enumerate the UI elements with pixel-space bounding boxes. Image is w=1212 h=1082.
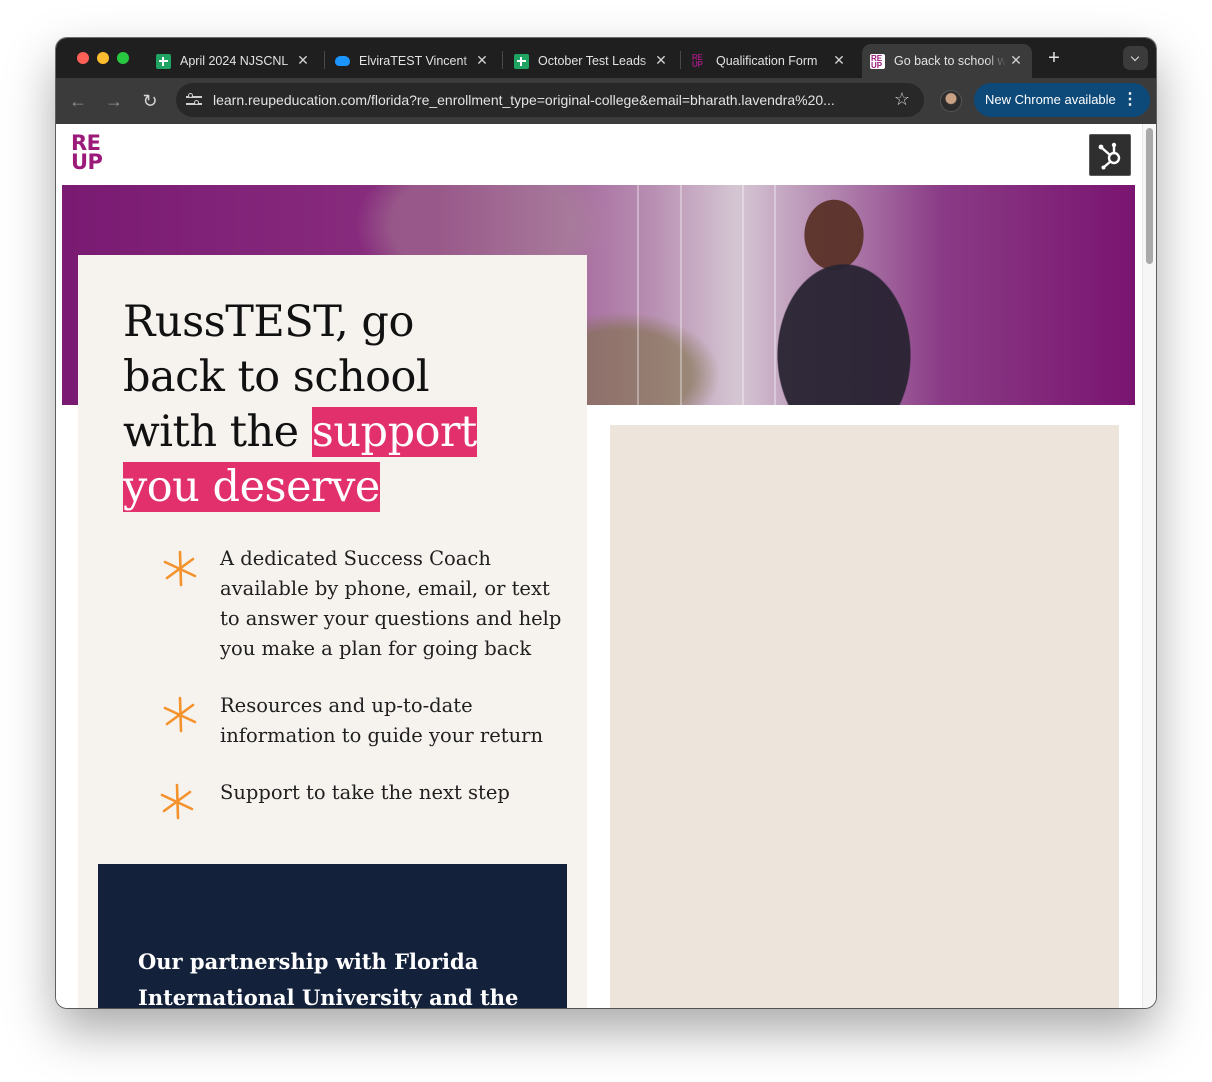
tab-october-test-leads[interactable]: October Test Leads ✕ [514, 44, 669, 78]
reup-icon: RE UP [870, 54, 885, 70]
asterisk-icon [160, 783, 194, 820]
tab-separator [324, 51, 325, 69]
close-tab-icon[interactable]: ✕ [295, 52, 311, 68]
new-chrome-available-button[interactable]: New Chrome available ⋮ [974, 83, 1150, 117]
tab-qualification-form[interactable]: RE UP Qualification Form ✕ [692, 44, 847, 78]
reup-icon: RE UP [692, 53, 703, 69]
tab-elviratest[interactable]: ElviraTEST Vincent ✕ [335, 44, 490, 78]
headline-highlight: you deserve [123, 462, 380, 512]
browser-window: April 2024 NJSCNL ✕ ElviraTEST Vincent ✕… [56, 38, 1156, 1008]
maximize-window-button[interactable] [117, 52, 129, 64]
reload-icon[interactable]: ↻ [139, 90, 161, 112]
page-headline: RussTEST, go back to school with the sup… [123, 295, 523, 515]
partnership-section: Our partnership with Florida Internation… [98, 864, 567, 1008]
tab-title: Go back to school with [894, 54, 1006, 68]
feature-item: Support to take the next step [220, 781, 510, 804]
hubspot-icon[interactable] [1089, 134, 1131, 176]
page-viewport: RE UP RussTEST, go back to school with t… [56, 124, 1142, 1008]
close-window-button[interactable] [77, 52, 89, 64]
tab-separator [502, 51, 503, 69]
close-tab-icon[interactable]: ✕ [1008, 52, 1024, 68]
salesforce-cloud-icon [335, 56, 350, 66]
forward-arrow-icon[interactable]: → [103, 90, 125, 112]
back-arrow-icon[interactable]: ← [67, 90, 89, 112]
logo-line-2: UP [71, 150, 103, 174]
address-bar[interactable]: learn.reupeducation.com/florida?re_enrol… [176, 83, 924, 117]
sheets-icon [514, 54, 529, 69]
reup-logo[interactable]: RE UP [71, 133, 113, 174]
partnership-text: Our partnership with Florida Internation… [138, 949, 519, 1008]
feature-item: A dedicated Success Coach available by p… [220, 547, 562, 660]
headline-highlight: support [311, 407, 477, 457]
profile-avatar[interactable] [940, 90, 962, 112]
more-menu-icon[interactable]: ⋮ [1122, 83, 1138, 117]
tab-separator [680, 51, 681, 69]
close-tab-icon[interactable]: ✕ [474, 52, 490, 68]
form-panel [610, 425, 1119, 1008]
close-tab-icon[interactable]: ✕ [653, 52, 669, 68]
tab-title: April 2024 NJSCNL [180, 54, 289, 68]
browser-toolbar: ← → ↻ learn.reupeducation.com/florida?re… [56, 78, 1156, 124]
tab-title: ElviraTEST Vincent [359, 54, 467, 68]
site-settings-icon[interactable] [186, 92, 202, 108]
url-text[interactable]: learn.reupeducation.com/florida?re_enrol… [213, 92, 880, 108]
scrollbar-thumb[interactable] [1146, 128, 1153, 264]
sheets-icon [156, 54, 171, 69]
asterisk-icon [163, 696, 197, 733]
asterisk-icon [163, 550, 197, 587]
page-scrollbar[interactable] [1142, 124, 1156, 1008]
close-tab-icon[interactable]: ✕ [831, 52, 847, 68]
minimize-window-button[interactable] [97, 52, 109, 64]
tab-search-button[interactable] [1123, 46, 1148, 70]
bookmark-star-icon[interactable]: ☆ [894, 89, 910, 110]
tab-april-2024[interactable]: April 2024 NJSCNL ✕ [156, 44, 311, 78]
tab-strip: April 2024 NJSCNL ✕ ElviraTEST Vincent ✕… [56, 38, 1156, 78]
update-button-label: New Chrome available [985, 92, 1116, 107]
feature-item: Resources and up-to-date information to … [220, 694, 544, 747]
new-tab-button[interactable]: + [1044, 48, 1064, 68]
tab-go-back-to-school[interactable]: REUP Go back to school with ✕ [862, 44, 1032, 78]
tab-title: October Test Leads [538, 54, 647, 68]
tab-title: Qualification Form [716, 54, 818, 68]
